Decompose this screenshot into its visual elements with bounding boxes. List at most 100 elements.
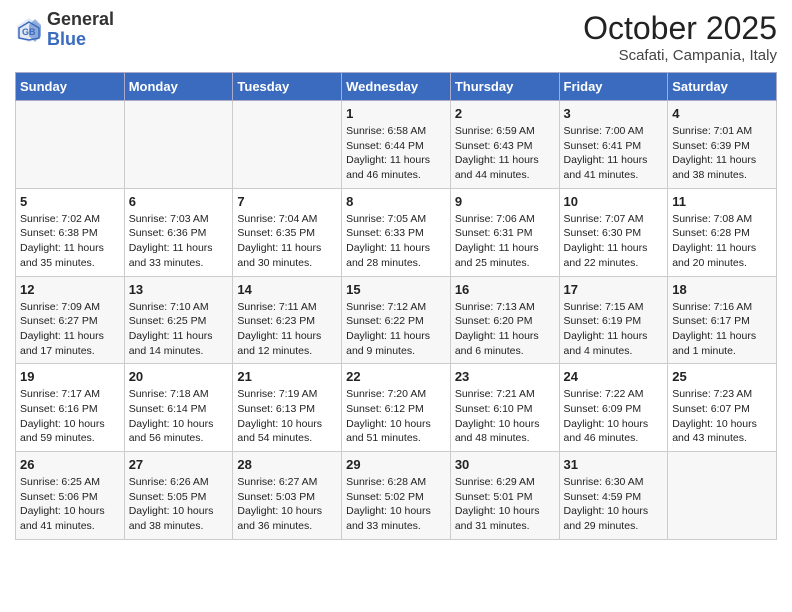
calendar-cell [233,101,342,189]
day-number: 13 [129,282,229,297]
calendar-week-row: 26 Sunrise: 6:25 AM Sunset: 5:06 PM Dayli… [16,452,777,540]
weekday-header-row: SundayMondayTuesdayWednesdayThursdayFrid… [16,73,777,101]
logo-blue-text: Blue [47,29,86,49]
cell-sun-info: Sunrise: 7:02 AM Sunset: 6:38 PM Dayligh… [20,212,120,271]
weekday-header-friday: Friday [559,73,668,101]
cell-sun-info: Sunrise: 7:04 AM Sunset: 6:35 PM Dayligh… [237,212,337,271]
day-number: 6 [129,194,229,209]
day-number: 29 [346,457,446,472]
cell-sun-info: Sunrise: 7:22 AM Sunset: 6:09 PM Dayligh… [564,387,664,446]
calendar-week-row: 1 Sunrise: 6:58 AM Sunset: 6:44 PM Daylig… [16,101,777,189]
day-number: 1 [346,106,446,121]
day-number: 11 [672,194,772,209]
cell-sun-info: Sunrise: 6:29 AM Sunset: 5:01 PM Dayligh… [455,475,555,534]
day-number: 2 [455,106,555,121]
weekday-header-monday: Monday [124,73,233,101]
day-number: 22 [346,369,446,384]
cell-sun-info: Sunrise: 7:23 AM Sunset: 6:07 PM Dayligh… [672,387,772,446]
cell-sun-info: Sunrise: 6:28 AM Sunset: 5:02 PM Dayligh… [346,475,446,534]
calendar-cell: 15 Sunrise: 7:12 AM Sunset: 6:22 PM Dayli… [342,276,451,364]
cell-sun-info: Sunrise: 7:06 AM Sunset: 6:31 PM Dayligh… [455,212,555,271]
day-number: 18 [672,282,772,297]
calendar-cell: 10 Sunrise: 7:07 AM Sunset: 6:30 PM Dayli… [559,188,668,276]
cell-sun-info: Sunrise: 7:01 AM Sunset: 6:39 PM Dayligh… [672,124,772,183]
calendar-cell: 16Sunrise: 7:13 AM Sunset: 6:20 PM Dayli… [450,276,559,364]
cell-sun-info: Sunrise: 7:05 AM Sunset: 6:33 PM Dayligh… [346,212,446,271]
day-number: 4 [672,106,772,121]
cell-sun-info: Sunrise: 7:16 AM Sunset: 6:17 PM Dayligh… [672,300,772,359]
calendar-cell: 1 Sunrise: 6:58 AM Sunset: 6:44 PM Daylig… [342,101,451,189]
day-number: 12 [20,282,120,297]
day-number: 28 [237,457,337,472]
calendar-cell: 30 Sunrise: 6:29 AM Sunset: 5:01 PM Dayli… [450,452,559,540]
cell-sun-info: Sunrise: 6:25 AM Sunset: 5:06 PM Dayligh… [20,475,120,534]
calendar-table: SundayMondayTuesdayWednesdayThursdayFrid… [15,72,777,540]
calendar-cell: 22 Sunrise: 7:20 AM Sunset: 6:12 PM Dayli… [342,364,451,452]
calendar-cell: 19Sunrise: 7:17 AM Sunset: 6:16 PM Dayli… [16,364,125,452]
logo-icon: GB [15,16,43,44]
cell-sun-info: Sunrise: 7:15 AM Sunset: 6:19 PM Dayligh… [564,300,664,359]
cell-sun-info: Sunrise: 7:20 AM Sunset: 6:12 PM Dayligh… [346,387,446,446]
calendar-cell [124,101,233,189]
calendar-container: GB General Blue October 2025 Scafati, Ca… [0,0,792,550]
calendar-cell: 6 Sunrise: 7:03 AM Sunset: 6:36 PM Daylig… [124,188,233,276]
calendar-cell [668,452,777,540]
calendar-cell: 14Sunrise: 7:11 AM Sunset: 6:23 PM Dayli… [233,276,342,364]
day-number: 20 [129,369,229,384]
weekday-header-wednesday: Wednesday [342,73,451,101]
cell-sun-info: Sunrise: 6:30 AM Sunset: 4:59 PM Dayligh… [564,475,664,534]
calendar-cell: 17 Sunrise: 7:15 AM Sunset: 6:19 PM Dayli… [559,276,668,364]
calendar-cell: 26 Sunrise: 6:25 AM Sunset: 5:06 PM Dayli… [16,452,125,540]
cell-sun-info: Sunrise: 7:08 AM Sunset: 6:28 PM Dayligh… [672,212,772,271]
title-block: October 2025 Scafati, Campania, Italy [583,10,777,64]
day-number: 30 [455,457,555,472]
day-number: 9 [455,194,555,209]
calendar-cell: 8Sunrise: 7:05 AM Sunset: 6:33 PM Daylig… [342,188,451,276]
logo: GB General Blue [15,10,114,50]
calendar-cell: 13 Sunrise: 7:10 AM Sunset: 6:25 PM Dayli… [124,276,233,364]
calendar-cell: 31 Sunrise: 6:30 AM Sunset: 4:59 PM Dayli… [559,452,668,540]
cell-sun-info: Sunrise: 7:09 AM Sunset: 6:27 PM Dayligh… [20,300,120,359]
cell-sun-info: Sunrise: 7:11 AM Sunset: 6:23 PM Dayligh… [237,300,337,359]
cell-sun-info: Sunrise: 7:21 AM Sunset: 6:10 PM Dayligh… [455,387,555,446]
cell-sun-info: Sunrise: 7:19 AM Sunset: 6:13 PM Dayligh… [237,387,337,446]
calendar-cell: 2 Sunrise: 6:59 AM Sunset: 6:43 PM Daylig… [450,101,559,189]
calendar-cell: 20Sunrise: 7:18 AM Sunset: 6:14 PM Dayli… [124,364,233,452]
weekday-header-sunday: Sunday [16,73,125,101]
day-number: 5 [20,194,120,209]
cell-sun-info: Sunrise: 6:59 AM Sunset: 6:43 PM Dayligh… [455,124,555,183]
day-number: 23 [455,369,555,384]
day-number: 7 [237,194,337,209]
day-number: 26 [20,457,120,472]
cell-sun-info: Sunrise: 6:58 AM Sunset: 6:44 PM Dayligh… [346,124,446,183]
day-number: 17 [564,282,664,297]
day-number: 3 [564,106,664,121]
svg-text:GB: GB [22,27,36,37]
cell-sun-info: Sunrise: 7:17 AM Sunset: 6:16 PM Dayligh… [20,387,120,446]
calendar-cell: 9 Sunrise: 7:06 AM Sunset: 6:31 PM Daylig… [450,188,559,276]
day-number: 10 [564,194,664,209]
day-number: 21 [237,369,337,384]
cell-sun-info: Sunrise: 6:26 AM Sunset: 5:05 PM Dayligh… [129,475,229,534]
logo-general-text: General [47,9,114,29]
calendar-cell: 11 Sunrise: 7:08 AM Sunset: 6:28 PM Dayli… [668,188,777,276]
day-number: 27 [129,457,229,472]
calendar-cell: 29 Sunrise: 6:28 AM Sunset: 5:02 PM Dayli… [342,452,451,540]
calendar-cell: 27 Sunrise: 6:26 AM Sunset: 5:05 PM Dayli… [124,452,233,540]
day-number: 15 [346,282,446,297]
calendar-week-row: 19Sunrise: 7:17 AM Sunset: 6:16 PM Dayli… [16,364,777,452]
weekday-header-tuesday: Tuesday [233,73,342,101]
month-title: October 2025 [583,10,777,47]
day-number: 31 [564,457,664,472]
cell-sun-info: Sunrise: 7:12 AM Sunset: 6:22 PM Dayligh… [346,300,446,359]
calendar-cell: 12 Sunrise: 7:09 AM Sunset: 6:27 PM Dayli… [16,276,125,364]
cell-sun-info: Sunrise: 7:07 AM Sunset: 6:30 PM Dayligh… [564,212,664,271]
day-number: 25 [672,369,772,384]
calendar-cell: 4 Sunrise: 7:01 AM Sunset: 6:39 PM Daylig… [668,101,777,189]
calendar-cell: 5 Sunrise: 7:02 AM Sunset: 6:38 PM Daylig… [16,188,125,276]
calendar-cell: 7 Sunrise: 7:04 AM Sunset: 6:35 PM Daylig… [233,188,342,276]
cell-sun-info: Sunrise: 7:03 AM Sunset: 6:36 PM Dayligh… [129,212,229,271]
location-title: Scafati, Campania, Italy [583,47,777,64]
cell-sun-info: Sunrise: 7:10 AM Sunset: 6:25 PM Dayligh… [129,300,229,359]
weekday-header-saturday: Saturday [668,73,777,101]
